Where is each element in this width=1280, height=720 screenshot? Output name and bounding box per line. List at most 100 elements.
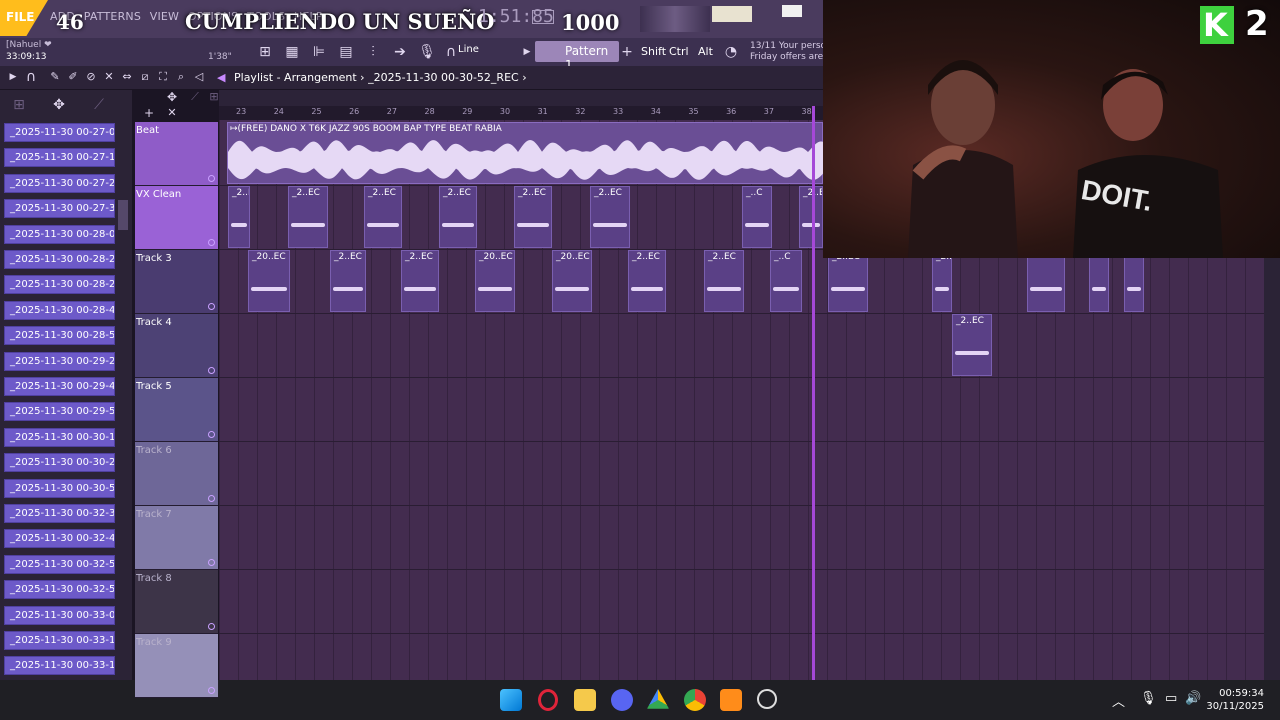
audio-clip[interactable]: _2..EC <box>704 250 744 312</box>
track-record-icon[interactable] <box>208 495 215 502</box>
track-header[interactable]: Track 4 <box>135 314 218 378</box>
browser-clip-item[interactable]: _2025-11-30 00-33-10_R <box>4 631 115 650</box>
browser-resize-icon[interactable]: ✥ <box>50 96 68 114</box>
mixer-icon[interactable]: ⫶ <box>364 43 382 61</box>
file-menu[interactable]: FILE <box>0 0 48 36</box>
arrow-right-icon[interactable]: ➔ <box>391 43 409 61</box>
playlist-link-icon[interactable]: ⟋ <box>186 88 204 106</box>
playlist-icon[interactable]: ⊞ <box>256 43 274 61</box>
browser-clip-item[interactable]: _2025-11-30 00-33-15_R <box>4 656 115 676</box>
select-icon[interactable]: ⛶ <box>154 68 172 86</box>
audio-clip[interactable]: _2..EC <box>228 186 250 248</box>
tray-clock[interactable]: 00:59:34 30/11/2025 <box>1206 687 1264 713</box>
audio-clip[interactable]: _2..EC <box>932 250 952 312</box>
file-explorer-icon[interactable] <box>574 689 596 711</box>
browser-clip-item[interactable]: _2025-11-30 00-29-59_R <box>4 402 115 422</box>
browser-clip-item[interactable]: _2025-11-30 00-33-08_R <box>4 605 115 625</box>
audio-clip[interactable]: _2..EC <box>628 250 666 312</box>
browser-clip-item[interactable]: _2025-11-30 00-32-36_R <box>4 504 115 523</box>
delete-icon[interactable]: ⊘ <box>82 68 100 86</box>
track-record-icon[interactable] <box>208 367 215 374</box>
playlist-close-icon[interactable]: ✕ <box>163 104 181 122</box>
menu-view[interactable]: VIEW <box>150 10 179 23</box>
microphone-icon[interactable]: 🎙 <box>418 43 436 61</box>
tray-network-icon[interactable]: ▭ <box>1165 691 1177 706</box>
audio-clip[interactable]: _20..EC <box>248 250 290 312</box>
browser-clip-item[interactable]: _2025-11-30 00-27-32_R <box>4 199 115 219</box>
browser-clip-item[interactable]: _2025-11-30 00-27-02_R <box>4 123 115 142</box>
track-header[interactable]: Track 5 <box>135 378 218 442</box>
browser-clip-item[interactable]: _2025-11-30 00-29-28_R <box>4 351 115 371</box>
track-header[interactable]: Track 9 <box>135 634 218 698</box>
browser-icon[interactable]: ▤ <box>337 43 355 61</box>
add-track-icon[interactable]: + <box>140 104 158 122</box>
audio-clip[interactable]: _..C <box>770 250 802 312</box>
beat-audio-clip[interactable]: ↦(FREE) DANO X T6K JAZZ 90S BOOM BAP TYP… <box>227 122 824 184</box>
tray-volume-icon[interactable]: 🔊 <box>1185 691 1201 706</box>
news-icon[interactable]: ◔ <box>722 43 740 61</box>
track-header[interactable]: Beat <box>135 122 218 186</box>
fl-studio-icon[interactable] <box>720 689 742 711</box>
audio-clip[interactable]: _2..EC <box>288 186 328 248</box>
audio-clip[interactable]: _2..EC <box>590 186 630 248</box>
ctrl-key-button[interactable]: Ctrl <box>669 45 689 58</box>
paint-icon[interactable]: ✐ <box>64 68 82 86</box>
audio-clip[interactable] <box>1027 250 1065 312</box>
audio-clip[interactable]: _2..EC <box>952 314 992 376</box>
tray-mic-icon[interactable]: 🎙 <box>1140 691 1157 706</box>
windows-start-icon[interactable] <box>500 689 522 711</box>
browser-clip-item[interactable]: _2025-11-30 00-32-50_R <box>4 554 115 574</box>
track-header[interactable]: Track 6 <box>135 442 218 506</box>
obs-icon[interactable] <box>757 689 777 709</box>
browser-clip-item[interactable]: _2025-11-30 00-30-15_R <box>4 427 115 447</box>
menu-patterns[interactable]: PATTERNS <box>84 10 141 23</box>
track-record-icon[interactable] <box>208 559 215 566</box>
browser-pin-icon[interactable]: ⟋ <box>90 96 108 114</box>
browser-options-icon[interactable]: ⊞ <box>10 96 28 114</box>
browser-clip-item[interactable]: _2025-11-30 00-27-14_R <box>4 148 115 168</box>
slip-icon[interactable]: ⇔ <box>118 68 136 86</box>
tray-chevron-icon[interactable]: ︿ <box>1112 691 1125 710</box>
audio-clip[interactable]: _..C <box>742 186 772 248</box>
audio-clip[interactable]: _2..EC <box>514 186 552 248</box>
vertical-scrollbar[interactable] <box>1264 250 1280 680</box>
pattern-selector[interactable]: Pattern 1 <box>535 41 619 72</box>
track-header[interactable]: Track 3 <box>135 250 218 314</box>
browser-clip-item[interactable]: _2025-11-30 00-27-23_R <box>4 173 115 193</box>
audio-clip[interactable]: _20..EC <box>552 250 592 312</box>
zoom-icon[interactable]: ⌕ <box>172 68 190 86</box>
track-record-icon[interactable] <box>208 687 215 694</box>
audio-clip[interactable] <box>1089 250 1109 312</box>
arrangement-overview[interactable] <box>219 90 823 106</box>
magnet-snap-icon[interactable]: ∩ <box>22 68 40 86</box>
browser-clip-item[interactable]: _2025-11-30 00-29-46_R <box>4 377 115 396</box>
audio-clip[interactable] <box>1124 250 1144 312</box>
browser-clip-item[interactable]: _2025-11-30 00-28-08_R <box>4 224 115 244</box>
track-header[interactable]: Track 7 <box>135 506 218 570</box>
discord-icon[interactable] <box>611 689 633 711</box>
slice-icon[interactable]: ⧄ <box>136 68 154 86</box>
audio-clip[interactable]: _2..EC <box>799 186 823 248</box>
track-header[interactable]: Track 8 <box>135 570 218 634</box>
browser-clip-item[interactable]: _2025-11-30 00-28-41_R <box>4 300 115 320</box>
alt-key-button[interactable]: Alt <box>698 45 713 58</box>
browser-clip-item[interactable]: _2025-11-30 00-28-22_R <box>4 250 115 269</box>
piano-roll-icon[interactable]: ⊫ <box>310 43 328 61</box>
play-arrow-icon[interactable]: ▶ <box>518 43 536 61</box>
pencil-icon[interactable]: ✎ <box>46 68 64 86</box>
play-icon[interactable]: ▶ <box>4 68 22 86</box>
audio-clip[interactable]: _2..EC <box>401 250 439 312</box>
add-pattern-icon[interactable]: + <box>618 43 636 61</box>
audio-clip[interactable]: _20..EC <box>475 250 515 312</box>
browser-clip-item[interactable]: _2025-11-30 00-30-52_R <box>4 478 115 498</box>
track-record-icon[interactable] <box>208 175 215 182</box>
mute-icon[interactable]: ✕ <box>100 68 118 86</box>
audio-clip[interactable]: _2..EC <box>828 250 868 312</box>
channel-rack-icon[interactable]: ▦ <box>283 43 301 61</box>
google-drive-icon[interactable] <box>647 689 669 709</box>
playhead[interactable] <box>812 106 815 680</box>
track-record-icon[interactable] <box>208 303 215 310</box>
track-record-icon[interactable] <box>208 623 215 630</box>
audio-clip[interactable]: _2..EC <box>330 250 366 312</box>
shift-key-button[interactable]: Shift <box>641 45 666 58</box>
